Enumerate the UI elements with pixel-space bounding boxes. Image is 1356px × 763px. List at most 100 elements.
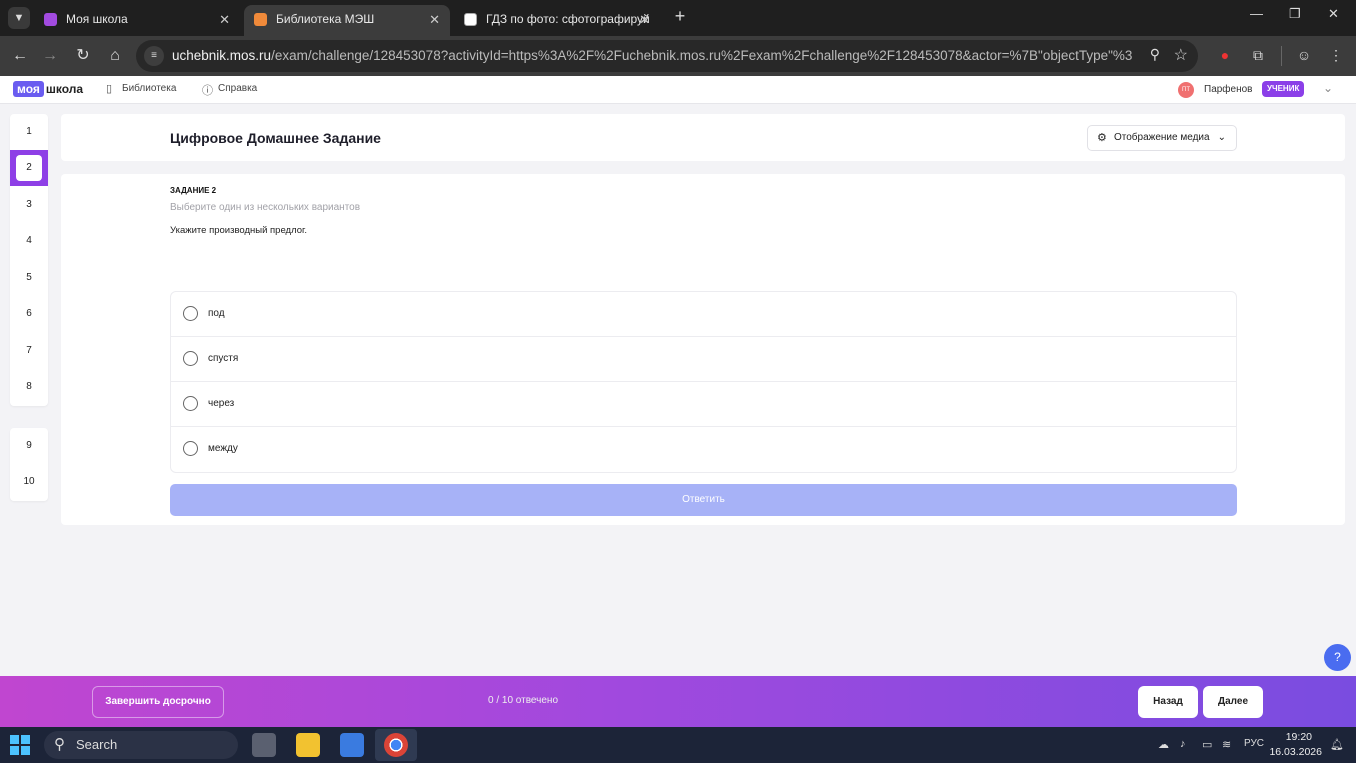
task-number: ЗАДАНИЕ 2 <box>170 186 217 195</box>
progress-text: 0 / 10 отвечено <box>488 695 559 706</box>
next-button[interactable]: Далее <box>1203 686 1263 718</box>
answer-option-label: между <box>208 443 238 454</box>
page-title: Цифровое Домашнее Задание <box>170 130 381 146</box>
close-tab-icon[interactable]: ✕ <box>429 5 440 34</box>
restore-icon[interactable]: ❐ <box>1289 6 1301 22</box>
minimize-icon[interactable]: — <box>1250 6 1263 21</box>
app-header: моя школа ▯ Библиотека ⓘ Справка ПТ Парфено… <box>0 76 1356 104</box>
chevron-down-icon[interactable]: ⌄ <box>1323 81 1333 95</box>
answer-option[interactable]: под <box>171 292 1236 337</box>
store-icon[interactable] <box>340 733 364 757</box>
new-tab-icon[interactable]: + <box>671 6 689 27</box>
tab-title: Библиотека МЭШ <box>276 12 375 26</box>
tab-gdz[interactable]: ГДЗ по фото: сфотографируй ✕ <box>454 5 660 36</box>
file-explorer-icon[interactable] <box>296 733 320 757</box>
url-text[interactable]: uchebnik.mos.ru/exam/challenge/128453078… <box>172 48 1132 63</box>
close-window-icon[interactable]: ✕ <box>1328 6 1339 22</box>
question-nav-item-8[interactable]: 8 <box>10 369 48 405</box>
toolbar-divider <box>1281 46 1282 66</box>
nav-help[interactable]: ⓘ Справка <box>202 83 258 97</box>
help-button[interactable]: ? <box>1324 644 1351 671</box>
chrome-icon <box>384 733 408 757</box>
answer-option[interactable]: спустя <box>171 337 1236 382</box>
home-icon[interactable]: ⌂ <box>103 44 127 68</box>
avatar[interactable]: ПТ <box>1178 82 1194 98</box>
address-bar[interactable]: ≡ uchebnik.mos.ru/exam/challenge/1284530… <box>136 40 1198 72</box>
extension-icon[interactable]: ● <box>1216 46 1234 64</box>
question-nav-item-6[interactable]: 6 <box>10 296 48 332</box>
tab-search-button[interactable]: ▼ <box>8 7 30 29</box>
gear-icon: ⚙ <box>1097 132 1107 144</box>
forward-arrow-icon[interactable]: → <box>38 44 62 68</box>
submit-answer-button[interactable]: Ответить <box>170 484 1237 516</box>
task-question: Укажите производный предлог. <box>170 225 307 236</box>
question-nav-item-3[interactable]: 3 <box>10 187 48 223</box>
browser-chrome: ▼ Моя школа ✕ Библиотека МЭШ ✕ ГДЗ по фо… <box>0 0 1356 76</box>
search-icon: ⚲ <box>54 736 65 753</box>
close-tab-icon[interactable]: ✕ <box>639 5 650 34</box>
nav-library-label: Библиотека <box>122 83 177 94</box>
radio-button[interactable] <box>183 351 198 366</box>
profile-icon[interactable]: ☺ <box>1295 46 1313 64</box>
question-nav-item-1[interactable]: 1 <box>10 114 48 150</box>
volume-icon[interactable]: ♪ <box>1180 738 1186 750</box>
notification-bell-icon[interactable]: 🔔︎ <box>1330 738 1344 751</box>
reload-icon[interactable]: ↻ <box>71 44 95 68</box>
answer-option[interactable]: через <box>171 382 1236 427</box>
zoom-icon[interactable]: ⚲ <box>1150 46 1160 63</box>
extensions-puzzle-icon[interactable]: ⧉ <box>1249 46 1267 64</box>
back-button[interactable]: Назад <box>1138 686 1198 718</box>
back-arrow-icon[interactable]: ← <box>8 44 32 68</box>
clock-date[interactable]: 16.03.2026 <box>1266 746 1322 758</box>
finish-early-button[interactable]: Завершить досрочно <box>92 686 224 718</box>
clock-time[interactable]: 19:20 <box>1276 731 1312 743</box>
question-nav-item-9[interactable]: 9 <box>10 428 48 464</box>
question-circle-icon: ⓘ <box>202 85 213 97</box>
title-card: Цифровое Домашнее Задание ⚙ Отображение … <box>61 114 1345 161</box>
site-info-icon[interactable]: ≡ <box>144 46 164 66</box>
question-nav-item-4[interactable]: 4 <box>10 223 48 259</box>
book-icon: ▯ <box>106 83 113 95</box>
tab-title: Моя школа <box>66 12 128 26</box>
tab-library[interactable]: Библиотека МЭШ ✕ <box>244 5 450 36</box>
browser-menu-icon[interactable]: ⋮ <box>1327 46 1345 64</box>
question-nav-item-7[interactable]: 7 <box>10 333 48 369</box>
user-name[interactable]: Парфенов <box>1204 84 1253 95</box>
windows-start-icon[interactable] <box>10 735 30 755</box>
bookmark-star-icon[interactable]: ☆ <box>1174 45 1188 65</box>
question-nav-item-10[interactable]: 10 <box>10 464 48 500</box>
radio-button[interactable] <box>183 441 198 456</box>
tab-moya-shkola[interactable]: Моя школа ✕ <box>34 5 240 36</box>
answer-option[interactable]: между <box>171 427 1236 472</box>
close-tab-icon[interactable]: ✕ <box>219 5 230 34</box>
question-nav-item-2[interactable]: 2 <box>10 150 48 186</box>
wifi-icon[interactable]: ≋ <box>1222 738 1231 751</box>
language-indicator[interactable]: РУС <box>1244 738 1264 749</box>
answer-option-label: под <box>208 308 225 319</box>
gdz-icon <box>464 13 477 26</box>
radio-button[interactable] <box>183 306 198 321</box>
task-view-icon[interactable] <box>252 733 276 757</box>
onedrive-icon[interactable]: ☁ <box>1158 738 1169 751</box>
tab-title: ГДЗ по фото: сфотографируй <box>486 12 650 26</box>
question-nav: 1 2 3 4 5 6 7 8 <box>10 114 48 406</box>
library-icon <box>254 13 267 26</box>
media-display-label: Отображение медиа <box>1114 132 1210 143</box>
logo-part2: школа <box>45 82 84 96</box>
role-badge: УЧЕНИК <box>1262 81 1305 97</box>
radio-button[interactable] <box>183 396 198 411</box>
question-nav-extra: 9 10 <box>10 428 48 501</box>
answer-option-label: через <box>208 398 235 409</box>
battery-icon[interactable]: ▭ <box>1202 738 1212 751</box>
logo-part1: моя <box>13 81 44 97</box>
question-nav-item-5[interactable]: 5 <box>10 260 48 296</box>
task-card: ЗАДАНИЕ 2 Выберите один из нескольких ва… <box>61 174 1345 525</box>
nav-library[interactable]: ▯ Библиотека <box>106 83 177 95</box>
taskbar-chrome-active[interactable] <box>375 729 417 761</box>
tab-strip: ▼ Моя школа ✕ Библиотека МЭШ ✕ ГДЗ по фо… <box>0 0 1356 36</box>
taskbar-search[interactable]: ⚲ Search <box>44 731 238 759</box>
media-display-button[interactable]: ⚙ Отображение медиа ⌄ <box>1087 125 1237 151</box>
nav-help-label: Справка <box>218 83 258 94</box>
logo[interactable]: моя школа <box>13 81 84 97</box>
toolbar: ← → ↻ ⌂ ≡ uchebnik.mos.ru/exam/challenge… <box>0 36 1356 76</box>
